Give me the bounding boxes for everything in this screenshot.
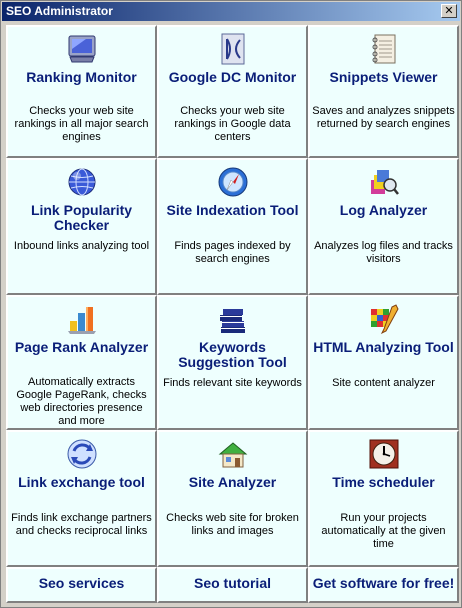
link-label: Seo services [38,575,125,591]
notebook-icon [368,33,400,65]
tile-description: Finds relevant site keywords [163,377,302,389]
compass-icon [217,166,249,198]
seo-tutorial-link[interactable]: Seo tutorial [157,567,308,603]
tile-description: Inbound links analyzing tool [13,240,150,252]
tile-google-dc-monitor[interactable]: Google DC Monitor Checks your web site r… [157,25,308,158]
tile-description: Finds link exchange partners and checks … [11,512,152,537]
tile-name: Keywords Suggestion Tool [178,339,287,370]
color-grid-pencil-icon [368,303,400,335]
clock-icon [368,438,400,470]
link-label: Get software for free! [312,575,455,591]
title-bar[interactable]: SEO Administrator ✕ [2,2,460,21]
tile-name: HTML Analyzing Tool [313,339,454,355]
tile-page-rank-analyzer[interactable]: Page Rank Analyzer Automatically extract… [6,295,157,430]
tile-name: Time scheduler [332,474,435,490]
house-icon [217,438,249,470]
tile-name: Ranking Monitor [26,69,137,85]
seo-services-link[interactable]: Seo services [6,567,157,603]
tile-ranking-monitor[interactable]: Ranking Monitor Checks your web site ran… [6,25,157,158]
tile-time-scheduler[interactable]: Time scheduler Run your projects automat… [308,430,459,567]
globe-icon [66,166,98,198]
close-button[interactable]: ✕ [441,4,457,18]
tile-name: Site Indexation Tool [166,202,299,218]
dc-logo-icon [217,33,249,65]
window-title: SEO Administrator [6,4,113,18]
seo-administrator-window: SEO Administrator ✕ Ranking Monitor Chec… [0,0,462,608]
tile-name: Link exchange tool [18,474,145,490]
tile-name: Google DC Monitor [168,69,297,85]
tile-description: Checks web site for broken links and ima… [166,512,299,537]
tile-name: Snippets Viewer [329,69,438,85]
link-label: Seo tutorial [193,575,271,591]
tile-link-exchange-tool[interactable]: Link exchange tool Finds link exchange p… [6,430,157,567]
tile-name: Site Analyzer [188,474,277,490]
tile-description: Analyzes log files and tracks visitors [314,240,453,265]
exchange-arrows-icon [66,438,98,470]
tile-name: Link Popularity Checker [30,202,133,233]
tile-snippets-viewer[interactable]: Snippets Viewer Saves and analyzes snipp… [308,25,459,158]
tile-link-popularity-checker[interactable]: Link Popularity Checker Inbound links an… [6,158,157,295]
bar-chart-icon [66,303,98,335]
tile-description: Finds pages indexed by search engines [174,240,291,265]
tile-description: Checks your web site rankings in all maj… [14,105,149,143]
tile-description: Automatically extracts Google PageRank, … [16,376,147,427]
tile-name: Log Analyzer [339,202,428,218]
tile-name: Page Rank Analyzer [14,339,149,355]
monitor-icon [66,33,98,65]
tile-description: Saves and analyzes snippets returned by … [312,105,455,130]
database-magnifier-icon [368,166,400,198]
books-icon [217,303,249,335]
tile-site-analyzer[interactable]: Site Analyzer Checks web site for broken… [157,430,308,567]
close-icon: ✕ [444,4,454,17]
tile-keywords-suggestion-tool[interactable]: Keywords Suggestion Tool Finds relevant … [157,295,308,430]
tile-site-indexation-tool[interactable]: Site Indexation Tool Finds pages indexed… [157,158,308,295]
tile-description: Run your projects automatically at the g… [321,512,446,550]
get-software-free-link[interactable]: Get software for free! [308,567,459,603]
tile-description: Site content analyzer [332,377,435,389]
tile-html-analyzing-tool[interactable]: HTML Analyzing Tool Site content analyze… [308,295,459,430]
tile-log-analyzer[interactable]: Log Analyzer Analyzes log files and trac… [308,158,459,295]
tile-description: Checks your web site rankings in Google … [174,105,291,143]
